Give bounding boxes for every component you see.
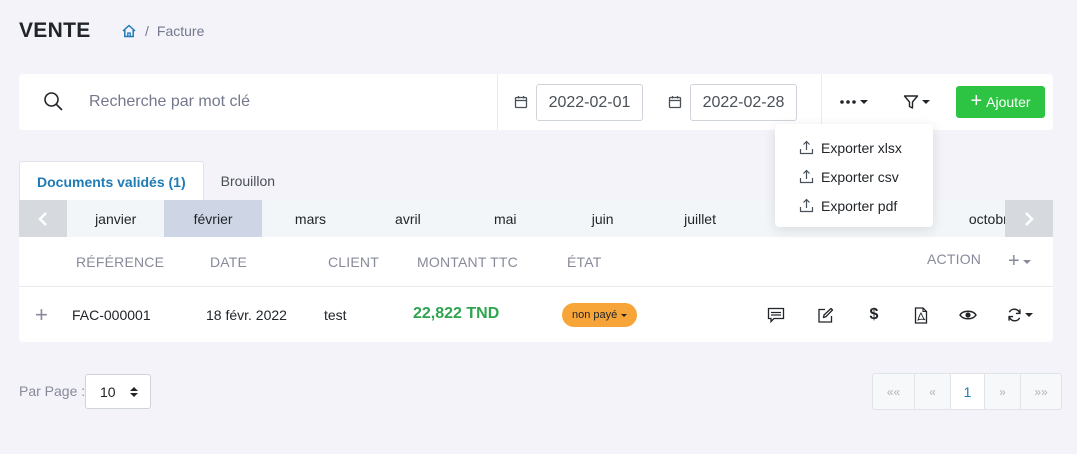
per-page-label: Par Page :: [19, 383, 86, 399]
sms-button[interactable]: [767, 306, 785, 324]
month-octobre[interactable]: octobre: [944, 200, 1005, 237]
upload-icon: [799, 140, 814, 155]
breadcrumb-separator: /: [145, 23, 149, 39]
eye-icon: [959, 310, 977, 320]
caret-down-icon: [922, 100, 930, 104]
tab-documents-valides[interactable]: Documents validés (1): [19, 161, 204, 201]
export-pdf-item[interactable]: Exporter pdf: [775, 191, 933, 220]
export-xlsx-item[interactable]: Exporter xlsx: [775, 133, 933, 162]
tab-brouillon[interactable]: Brouillon: [204, 161, 292, 201]
date-from-field[interactable]: 2022-02-01: [536, 84, 643, 121]
more-options-button[interactable]: [839, 94, 868, 110]
expand-row-button[interactable]: +: [35, 302, 48, 328]
column-header-action: Action: [927, 251, 982, 267]
month-juillet[interactable]: juillet: [651, 200, 748, 237]
cell-reference[interactable]: FAC-000001: [72, 307, 151, 323]
sms-icon: [767, 307, 785, 324]
add-column-button[interactable]: +: [1008, 250, 1031, 273]
month-juin[interactable]: juin: [554, 200, 651, 237]
convert-button[interactable]: [1007, 306, 1033, 324]
caret-down-icon: [621, 313, 628, 317]
month-janvier[interactable]: janvier: [67, 200, 164, 237]
column-header-montant[interactable]: Montant TTC: [417, 254, 518, 270]
search-input[interactable]: [89, 86, 489, 118]
export-csv-label: Exporter csv: [821, 168, 899, 185]
first-page-button[interactable]: ««: [873, 374, 915, 409]
table-row: + FAC-000001 18 févr. 2022 test 22,822 T…: [19, 287, 1053, 342]
breadcrumb-current: Facture: [156, 23, 205, 39]
edit-icon: [817, 307, 833, 323]
export-dropdown: Exporter xlsx Exporter csv Exporter pdf: [775, 124, 933, 227]
home-icon[interactable]: [121, 23, 137, 39]
per-page-select[interactable]: 10: [85, 374, 151, 409]
prev-page-button[interactable]: «: [915, 374, 951, 409]
filter-icon: [903, 95, 919, 109]
edit-button[interactable]: [816, 306, 834, 324]
add-button[interactable]: + Ajouter: [956, 86, 1045, 118]
pdf-button[interactable]: [912, 306, 930, 324]
column-header-date[interactable]: Date: [210, 254, 247, 270]
status-label: non payé: [572, 309, 618, 321]
next-page-button[interactable]: »: [985, 374, 1021, 409]
divider: [497, 74, 498, 130]
search-icon: [44, 92, 63, 111]
status-badge[interactable]: non payé: [562, 303, 638, 327]
plus-icon: +: [970, 90, 983, 112]
column-header-client[interactable]: Client: [328, 254, 379, 270]
refresh-icon: [1008, 308, 1021, 322]
plus-icon: +: [1008, 250, 1020, 272]
document-tabs: Documents validés (1) Brouillon: [19, 161, 292, 201]
cell-montant: 22,822 TND: [413, 305, 500, 322]
payment-button[interactable]: $: [865, 306, 883, 324]
pdf-icon: [914, 306, 928, 324]
filter-button[interactable]: [903, 94, 930, 110]
more-icon: [840, 100, 856, 104]
cell-client: test: [324, 307, 347, 323]
cell-date: 18 févr. 2022: [206, 307, 287, 323]
chevron-right-icon: [1025, 211, 1034, 226]
calendar-icon: [514, 96, 528, 109]
divider: [821, 74, 822, 130]
upload-icon: [799, 198, 814, 213]
page-1-button[interactable]: 1: [951, 374, 985, 409]
chevron-left-icon: [38, 211, 47, 226]
export-pdf-label: Exporter pdf: [821, 197, 898, 214]
upload-icon: [799, 169, 814, 184]
caret-down-icon: [1022, 259, 1031, 264]
calendar-icon: [668, 96, 682, 109]
month-fevrier[interactable]: février: [164, 200, 262, 237]
prev-month-button[interactable]: [19, 200, 67, 237]
dollar-icon: $: [869, 306, 879, 323]
next-month-button[interactable]: [1005, 200, 1053, 237]
month-mai[interactable]: mai: [457, 200, 554, 237]
toolbar: 2022-02-01 2022-02-28 + Ajouter: [19, 74, 1053, 130]
export-csv-item[interactable]: Exporter csv: [775, 162, 933, 191]
page-title: VENTE: [19, 19, 91, 42]
date-to-field[interactable]: 2022-02-28: [690, 84, 797, 121]
column-header-etat[interactable]: État: [567, 254, 602, 270]
per-page-value: 10: [100, 383, 116, 400]
last-page-button[interactable]: »»: [1021, 374, 1061, 409]
caret-down-icon: [1025, 313, 1033, 317]
month-mars[interactable]: mars: [262, 200, 359, 237]
view-button[interactable]: [959, 306, 977, 324]
add-button-label: Ajouter: [986, 94, 1031, 110]
select-arrows-icon: [130, 386, 138, 397]
column-header-reference[interactable]: Référence: [76, 254, 164, 270]
breadcrumb: / Facture: [121, 23, 204, 39]
table-header: Référence Date Client Montant TTC État A…: [19, 237, 1053, 287]
pagination: «« « 1 » »»: [872, 373, 1062, 410]
export-xlsx-label: Exporter xlsx: [821, 139, 902, 156]
month-avril[interactable]: avril: [359, 200, 456, 237]
caret-down-icon: [860, 100, 868, 104]
